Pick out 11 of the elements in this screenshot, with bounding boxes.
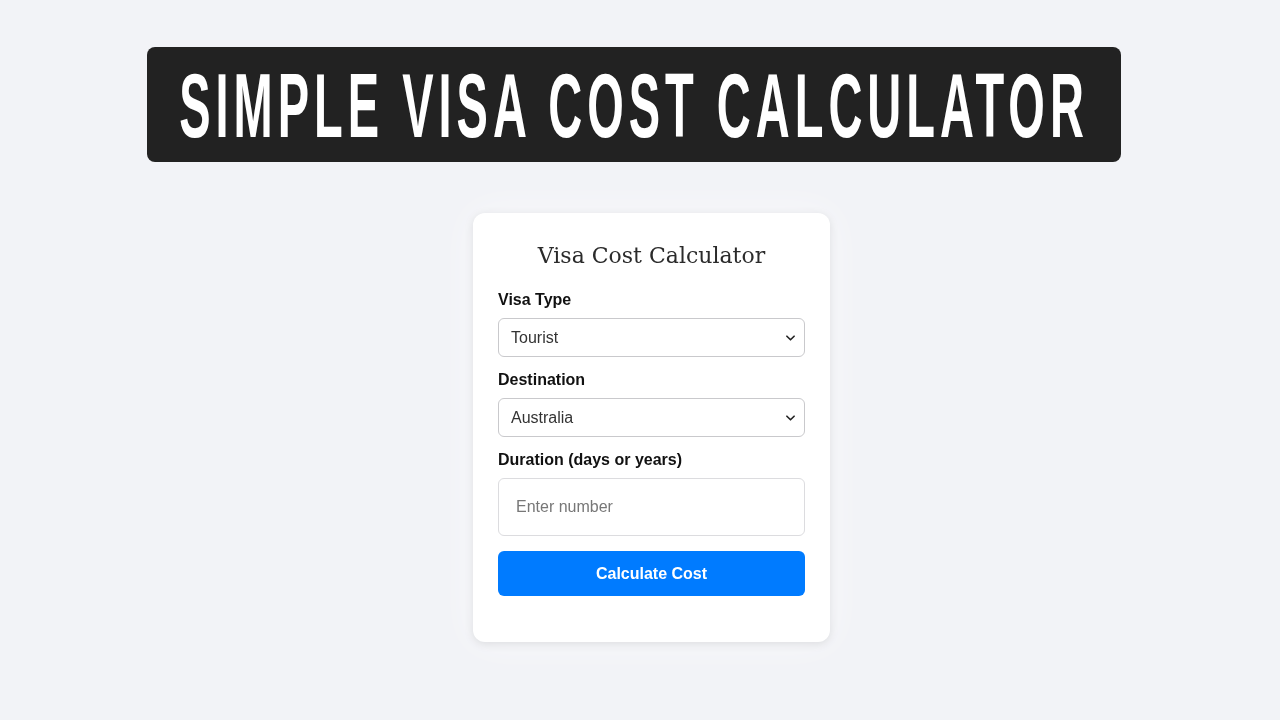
field-label: Duration (days or years) [498, 450, 684, 470]
visa-type-select[interactable]: Tourist [498, 318, 805, 357]
field-label: Visa Type [498, 290, 573, 310]
page-title: SIMPLE VISA COST CALCULATOR [179, 58, 1089, 151]
card-title: Visa Cost Calculator [536, 242, 767, 270]
destination-select[interactable]: Australia [498, 398, 805, 437]
chevron-down-icon [786, 334, 795, 341]
calculate-button[interactable]: Calculate Cost [498, 551, 805, 596]
chevron-down-icon [786, 414, 795, 421]
field-label: Destination [498, 370, 587, 390]
duration-input[interactable]: Enter number [498, 478, 805, 536]
